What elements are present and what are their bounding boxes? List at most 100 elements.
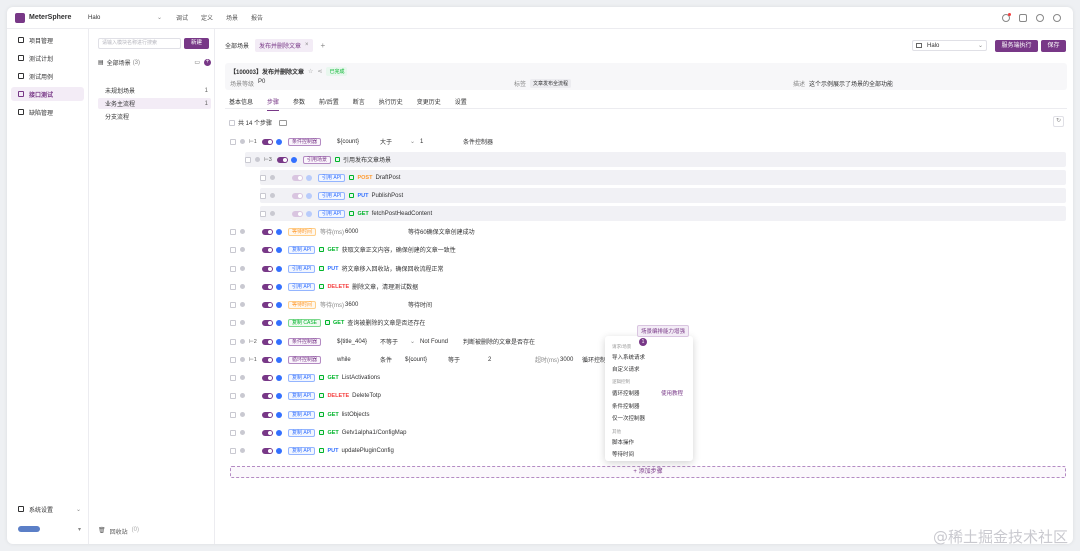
drag-handle-icon[interactable] [270, 211, 275, 216]
tree-node-branch-flow[interactable]: 分支流程 [98, 111, 211, 122]
drag-handle-icon[interactable] [240, 448, 245, 453]
step-row[interactable]: 引用 API PUT PublishPost [260, 188, 1066, 203]
refresh-icon[interactable]: ↻ [1053, 116, 1064, 127]
popover-item-script[interactable]: 脚本操作 [612, 438, 634, 446]
drag-handle-icon[interactable] [240, 266, 245, 271]
run-step-icon[interactable] [276, 246, 282, 253]
popover-item-loop-controller[interactable]: 循环控制器 [612, 389, 640, 397]
sidebar-item-settings[interactable]: 系统设置 ⌄ [11, 502, 85, 516]
step-enable-toggle[interactable] [262, 265, 273, 272]
run-step-icon[interactable] [276, 301, 282, 308]
step-field[interactable]: 等于 [448, 355, 460, 364]
step-row[interactable]: ⊢3 引用场景 引用发布文章场景 [245, 152, 1066, 167]
step-field[interactable]: 不等于 [380, 337, 398, 346]
step-checkbox[interactable] [230, 138, 236, 145]
project-select[interactable]: Halo ⌄ [88, 14, 172, 22]
run-step-icon[interactable] [276, 138, 282, 145]
add-icon[interactable]: + [204, 59, 211, 66]
step-enable-toggle[interactable] [262, 411, 273, 418]
user-menu[interactable]: ▾ [11, 522, 85, 536]
run-step-icon[interactable] [276, 228, 282, 235]
sidebar-item-bug[interactable]: 缺陷管理 [11, 105, 84, 119]
step-enable-toggle[interactable] [262, 319, 273, 326]
step-enable-toggle[interactable] [292, 210, 303, 217]
drag-handle-icon[interactable] [240, 430, 245, 435]
folder-add-icon[interactable]: ▭ [194, 59, 200, 66]
tab-all-scenarios[interactable]: 全部场景 [225, 41, 249, 50]
popover-item-custom-request[interactable]: 自定义请求 [612, 365, 640, 373]
step-field[interactable]: 条件控制器 [463, 137, 493, 146]
module-search-input[interactable]: 请输入模块名称进行搜索 [98, 38, 181, 49]
sidebar-item-project[interactable]: 项目管理 [11, 33, 84, 47]
help-icon[interactable] [1036, 13, 1044, 22]
step-row[interactable]: 引用 API DELETE 删除文章，清理测试数据 [230, 279, 1066, 294]
step-row[interactable]: 引用 API GET fetchPostHeadContent [260, 206, 1066, 221]
step-checkbox[interactable] [260, 210, 266, 217]
drag-handle-icon[interactable] [240, 339, 245, 344]
step-row[interactable]: 引用 API POST DraftPost [260, 170, 1066, 185]
step-enable-toggle[interactable] [292, 192, 303, 199]
server-run-button[interactable]: 服务端执行 [995, 40, 1038, 52]
run-step-icon[interactable] [276, 338, 282, 345]
step-field[interactable]: Not Found [420, 339, 448, 345]
step-enable-toggle[interactable] [262, 392, 273, 399]
collapse-icon[interactable] [279, 119, 288, 126]
step-enable-toggle[interactable] [262, 447, 273, 454]
step-field[interactable]: ${title_404} [337, 339, 367, 345]
step-checkbox[interactable] [230, 374, 236, 381]
step-enable-toggle[interactable] [262, 228, 273, 235]
add-tab-icon[interactable]: + [321, 41, 326, 50]
run-step-icon[interactable] [276, 392, 282, 399]
drag-handle-icon[interactable] [240, 393, 245, 398]
recycle-bin[interactable]: 🗑 回收站 (0) [98, 527, 139, 536]
popover-item-wait-time[interactable]: 等待时间 [612, 450, 634, 458]
nav-debug[interactable]: 调试 [176, 13, 188, 22]
drag-handle-icon[interactable] [240, 320, 245, 325]
popover-item-if-controller[interactable]: 条件控制器 [612, 402, 640, 410]
popover-item-import-request[interactable]: 导入系统请求 [612, 353, 645, 361]
step-enable-toggle[interactable] [292, 174, 303, 181]
step-field[interactable]: 超时(ms) [535, 355, 559, 364]
step-checkbox[interactable] [230, 429, 236, 436]
step-row[interactable]: ⊢1 条件控制器 ${count} 大于 ⌄ 1 条件控制器 [230, 134, 1066, 149]
wait-value[interactable]: 3600 [345, 302, 358, 308]
step-enable-toggle[interactable] [262, 246, 273, 253]
run-step-icon[interactable] [276, 411, 282, 418]
run-step-icon[interactable] [276, 447, 282, 454]
step-field[interactable]: 3000 [560, 357, 573, 363]
tree-all-scenarios[interactable]: ▤ 全部场景 (3) ▭ + [98, 58, 211, 67]
tab-active-scenario[interactable]: 发布并删除文章 × [255, 38, 313, 52]
step-field[interactable]: while [337, 357, 351, 363]
environment-select[interactable]: Halo ⌄ [912, 40, 987, 51]
step-checkbox[interactable] [230, 228, 236, 235]
drag-handle-icon[interactable] [240, 229, 245, 234]
drag-handle-icon[interactable] [270, 175, 275, 180]
step-field[interactable]: 1 [420, 139, 423, 145]
run-step-icon[interactable] [306, 174, 312, 181]
run-step-icon[interactable] [306, 210, 312, 217]
step-field[interactable]: 判断被删除的文章是否存在 [463, 337, 535, 346]
close-icon[interactable]: × [305, 42, 309, 48]
step-row[interactable]: 引用 API PUT 将文章移入回收站，确保回收流程正常 [230, 261, 1066, 276]
step-checkbox[interactable] [230, 356, 236, 363]
run-step-icon[interactable] [276, 374, 282, 381]
step-checkbox[interactable] [230, 319, 236, 326]
select-all-checkbox[interactable] [229, 119, 235, 126]
step-field[interactable]: 大于 [380, 137, 392, 146]
run-step-icon[interactable] [306, 192, 312, 199]
step-field[interactable]: 循环控制 [582, 355, 606, 364]
step-checkbox[interactable] [230, 411, 236, 418]
step-enable-toggle[interactable] [262, 301, 273, 308]
wait-value[interactable]: 6000 [345, 229, 358, 235]
run-step-icon[interactable] [276, 265, 282, 272]
step-checkbox[interactable] [230, 392, 236, 399]
step-enable-toggle[interactable] [262, 283, 273, 290]
drag-handle-icon[interactable] [240, 412, 245, 417]
drag-handle-icon[interactable] [240, 375, 245, 380]
sidebar-item-test-case[interactable]: 测试用例 [11, 69, 84, 83]
step-checkbox[interactable] [260, 174, 266, 181]
run-step-icon[interactable] [291, 156, 297, 163]
drag-handle-icon[interactable] [240, 302, 245, 307]
drag-handle-icon[interactable] [240, 284, 245, 289]
step-enable-toggle[interactable] [277, 156, 288, 163]
